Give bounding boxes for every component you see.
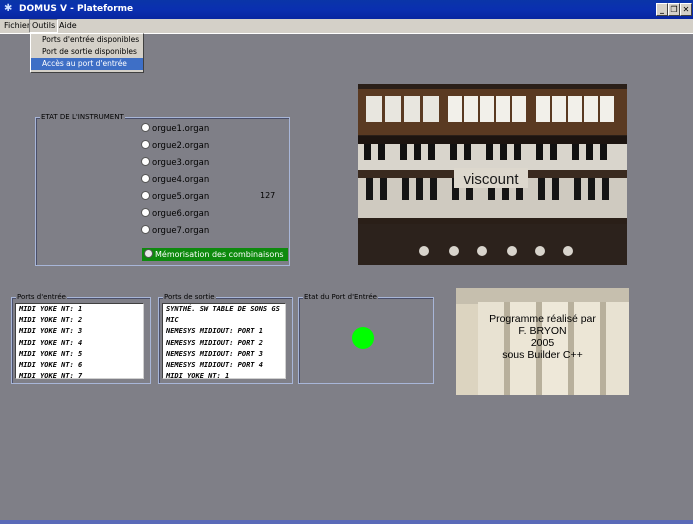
maximize-button[interactable]: ❐ — [668, 3, 680, 16]
menu-item-acces-port[interactable]: Accès au port d'entrée — [31, 58, 143, 70]
credits-text: Programme réalisé par F. BRYON 2005 sous… — [456, 313, 629, 361]
ports-sortie-list[interactable]: SYNTHÉ. SW TABLE DE SONS GS MIC NEMESYS … — [162, 303, 286, 382]
credits-panel: Programme réalisé par F. BRYON 2005 sous… — [456, 288, 629, 395]
viscount-brand: viscount — [463, 171, 519, 188]
credit-line: 2005 — [530, 337, 555, 349]
menu-aide[interactable]: Aide — [57, 20, 79, 32]
status-led-icon — [352, 327, 374, 349]
ports-entree-list[interactable]: MIDI YOKE NT: 1 MIDI YOKE NT: 2 MIDI YOK… — [15, 303, 144, 382]
radio-orgue1[interactable]: orgue1.organ — [141, 123, 209, 136]
radio-orgue2[interactable]: orgue2.organ — [141, 140, 209, 153]
instrument-group-label: ETAT DE L'INSTRUMENT — [40, 112, 125, 122]
credit-line: sous Builder C++ — [502, 349, 583, 361]
radio-orgue5[interactable]: orgue5.organ — [141, 191, 209, 204]
radio-orgue7[interactable]: orgue7.organ — [141, 225, 209, 238]
credit-line: F. BRYON — [518, 325, 567, 337]
radio-label: orgue6.organ — [152, 209, 210, 219]
menu-bar: Fichier Outils Aide — [0, 19, 693, 34]
status-bar — [0, 520, 693, 524]
ports-entree-label: Ports d'entrée — [16, 292, 67, 302]
radio-icon[interactable] — [141, 123, 150, 132]
window-title: DOMUS V - Plateforme — [19, 4, 134, 14]
radio-icon[interactable] — [141, 157, 150, 166]
minimize-button[interactable]: _ — [656, 3, 668, 16]
list-item[interactable]: MIDI YOKE NT: 4 — [16, 338, 143, 349]
list-item[interactable]: MIDI YOKE NT: 7 — [16, 371, 143, 382]
app-icon[interactable]: ✱ — [4, 3, 15, 14]
outils-dropdown-menu: Ports d'entrée disponibles Port de sorti… — [30, 33, 144, 73]
menu-item-ports-entree[interactable]: Ports d'entrée disponibles — [31, 34, 143, 46]
radio-icon[interactable] — [141, 225, 150, 234]
radio-icon[interactable] — [144, 249, 153, 258]
radio-label: orgue5.organ — [152, 192, 210, 202]
radio-orgue3[interactable]: orgue3.organ — [141, 157, 209, 170]
credit-line: Programme réalisé par — [489, 313, 596, 325]
list-item[interactable]: MIDI YOKE NT: 1 — [163, 371, 285, 382]
radio-label: orgue3.organ — [152, 158, 210, 168]
list-item[interactable]: NEMESYS MIDIOUT: PORT 3 — [163, 349, 285, 360]
list-item[interactable]: MIDI YOKE NT: 2 — [16, 315, 143, 326]
memorisation-label: Mémorisation des combinaisons — [155, 250, 284, 259]
list-item[interactable]: MIDI YOKE NT: 3 — [16, 326, 143, 337]
radio-label: orgue1.organ — [152, 124, 210, 134]
radio-orgue6[interactable]: orgue6.organ — [141, 208, 209, 221]
radio-icon[interactable] — [141, 191, 150, 200]
memorisation-radio[interactable]: Mémorisation des combinaisons — [142, 248, 288, 261]
list-item[interactable]: MIDI YOKE NT: 6 — [16, 360, 143, 371]
menu-outils[interactable]: Outils — [29, 19, 59, 33]
menu-item-ports-sortie[interactable]: Port de sortie disponibles — [31, 46, 143, 58]
ports-sortie-label: Ports de sortie — [163, 292, 216, 302]
list-item[interactable]: SYNTHÉ. SW TABLE DE SONS GS — [163, 304, 285, 315]
radio-icon[interactable] — [141, 208, 150, 217]
list-item[interactable]: NEMESYS MIDIOUT: PORT 4 — [163, 360, 285, 371]
list-item[interactable]: NEMESYS MIDIOUT: PORT 1 — [163, 326, 285, 337]
radio-orgue4[interactable]: orgue4.organ — [141, 174, 209, 187]
organ-photo: viscount — [358, 84, 627, 265]
list-item[interactable]: MIC — [163, 315, 285, 326]
port-state-label: Etat du Port d'Entrée — [303, 292, 378, 302]
list-item[interactable]: MIDI YOKE NT: 5 — [16, 349, 143, 360]
radio-label: orgue4.organ — [152, 175, 210, 185]
menu-fichier[interactable]: Fichier — [2, 20, 32, 32]
radio-icon[interactable] — [141, 140, 150, 149]
instrument-value: 127 — [260, 191, 276, 200]
radio-icon[interactable] — [141, 174, 150, 183]
radio-label: orgue2.organ — [152, 141, 210, 151]
close-button[interactable]: ✕ — [680, 3, 692, 16]
list-item[interactable]: MIDI YOKE NT: 1 — [16, 304, 143, 315]
list-item[interactable]: NEMESYS MIDIOUT: PORT 2 — [163, 338, 285, 349]
radio-label: orgue7.organ — [152, 226, 210, 236]
title-bar: ✱ DOMUS V - Plateforme _ ❐ ✕ — [0, 0, 693, 19]
